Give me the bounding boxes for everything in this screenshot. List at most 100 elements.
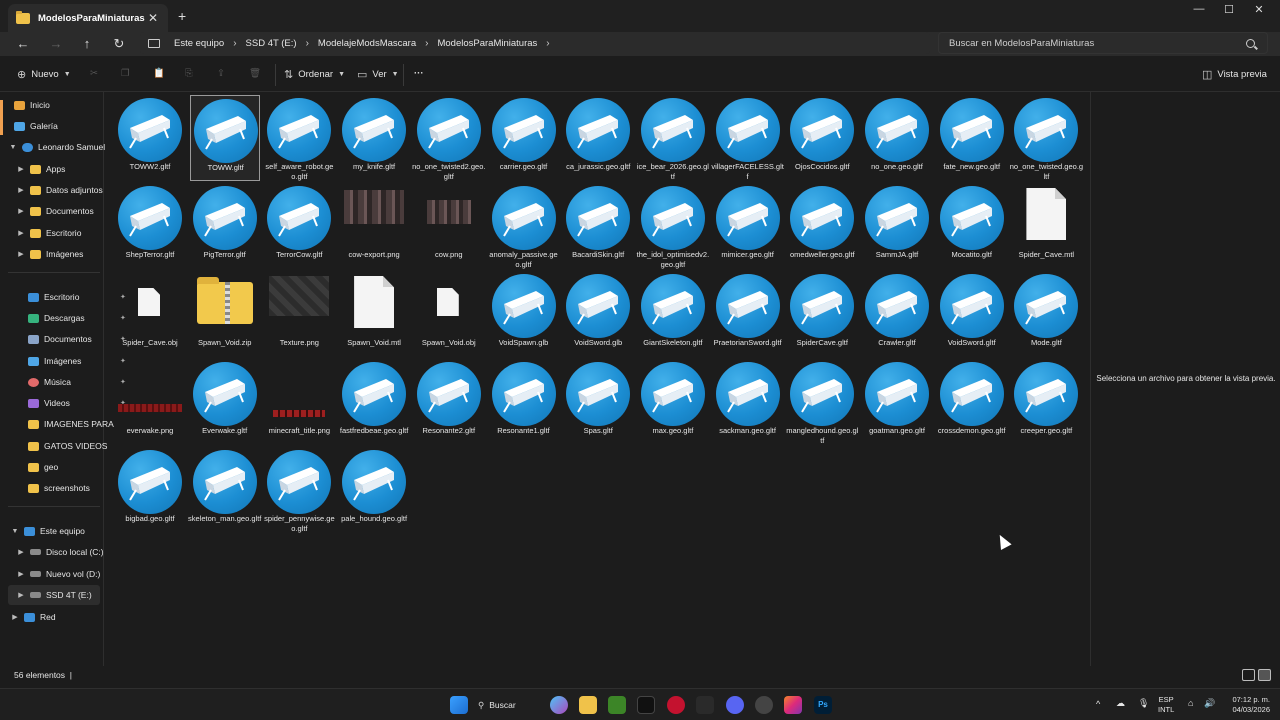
details-view-button[interactable]: [1242, 669, 1255, 681]
file-item[interactable]: spider_pennywise.geo.gltf: [264, 447, 335, 533]
file-item[interactable]: Mode.gltf: [1011, 271, 1081, 357]
cloud-icon[interactable]: ☁: [1116, 698, 1125, 708]
file-item[interactable]: bigbad.geo.gltf: [115, 447, 185, 533]
sidebar-item-gatos-videos[interactable]: GATOS VIDEOS: [28, 436, 107, 456]
photoshop-icon[interactable]: Ps: [814, 696, 832, 714]
chevron-right-icon[interactable]: ›: [233, 38, 236, 49]
chevron-right-icon[interactable]: ›: [425, 38, 428, 49]
app-icon[interactable]: [755, 696, 773, 714]
file-item[interactable]: Spider_Cave.mtl: [1011, 183, 1081, 269]
file-item[interactable]: skeleton_man.geo.gltf: [188, 447, 261, 533]
file-item[interactable]: GiantSkeleton.gltf: [638, 271, 708, 357]
breadcrumb-modelaje[interactable]: ModelajeModsMascara: [318, 38, 416, 49]
file-item[interactable]: fate_new.geo.gltf: [937, 95, 1007, 181]
chevron-down-icon[interactable]: ▼: [8, 144, 18, 151]
copy-icon[interactable]: ❐: [121, 68, 130, 79]
windows-start-icon[interactable]: [450, 696, 468, 714]
close-window-button[interactable]: ✕: [1244, 3, 1274, 19]
instagram-icon[interactable]: [784, 696, 802, 714]
file-item[interactable]: TerrorCow.gltf: [264, 183, 334, 269]
file-item[interactable]: Spider_Cave.obj: [115, 271, 185, 357]
file-item[interactable]: my_knife.gltf: [339, 95, 409, 181]
file-item[interactable]: Mocatito.gltf: [937, 183, 1007, 269]
clock[interactable]: 07:12 p. m. 04/03/2026: [1222, 695, 1270, 715]
opera-icon[interactable]: [667, 696, 685, 714]
cut-icon[interactable]: ✂: [90, 68, 98, 79]
sidebar-item-user[interactable]: ▼ Leonardo Samuel: [8, 137, 106, 157]
file-item[interactable]: ShepTerror.gltf: [115, 183, 185, 269]
file-item[interactable]: self_aware_robot.geo.gltf: [264, 95, 334, 181]
file-item[interactable]: PraetorianSword.gltf: [713, 271, 783, 357]
file-item[interactable]: Spawn_Void.obj: [414, 271, 484, 357]
chevron-down-icon[interactable]: ▼: [10, 528, 20, 535]
preview-pane-button[interactable]: ◫ Vista previa: [1202, 68, 1267, 81]
view-button[interactable]: ▭ Ver ▼: [357, 68, 399, 81]
tab-modelosparaminiaturas[interactable]: ModelosParaMiniaturas ✕: [8, 4, 168, 32]
file-item[interactable]: carrier.geo.gltf: [489, 95, 559, 181]
file-item[interactable]: SammJA.gltf: [862, 183, 932, 269]
file-item[interactable]: TOWW2.gltf: [115, 95, 185, 181]
file-item[interactable]: everwake.png: [115, 359, 185, 445]
file-item[interactable]: max.geo.gltf: [638, 359, 708, 445]
breadcrumb-ssd[interactable]: SSD 4T (E:): [246, 38, 297, 49]
sidebar-item-music[interactable]: Música ✦: [28, 372, 126, 392]
minimize-button[interactable]: —: [1184, 3, 1214, 19]
file-item[interactable]: OjosCocidos.gltf: [787, 95, 857, 181]
file-item[interactable]: VoidSword.glb: [563, 271, 633, 357]
taskbar-search[interactable]: ⚲ Buscar: [478, 693, 540, 717]
volume-icon[interactable]: 🔊: [1204, 698, 1215, 708]
file-item[interactable]: anomaly_passive.geo.gltf: [489, 183, 559, 269]
sort-button[interactable]: ⇅ Ordenar ▼: [284, 68, 345, 81]
chevron-right-icon[interactable]: ▶: [16, 207, 26, 215]
sidebar-item-gallery[interactable]: Galería: [14, 116, 58, 136]
breadcrumb-modelos[interactable]: ModelosParaMiniaturas: [437, 38, 537, 49]
file-item[interactable]: Resonante2.gltf: [414, 359, 484, 445]
chevron-right-icon[interactable]: ▶: [16, 186, 26, 194]
tiktok-icon[interactable]: [637, 696, 655, 714]
chevron-right-icon[interactable]: ›: [546, 38, 549, 49]
sidebar-item-drive-e[interactable]: ▶ SSD 4T (E:): [8, 585, 100, 605]
file-item[interactable]: VoidSword.gltf: [937, 271, 1007, 357]
file-item[interactable]: pale_hound.geo.gltf: [339, 447, 409, 533]
file-item[interactable]: omedweller.geo.gltf: [787, 183, 857, 269]
sidebar-item-quick-images[interactable]: Imágenes ✦: [28, 351, 126, 371]
file-item[interactable]: no_one_twisted2.geo.gltf: [412, 95, 486, 181]
file-item[interactable]: fastfredbeae.geo.gltf: [339, 359, 409, 445]
chevron-right-icon[interactable]: ▶: [16, 250, 26, 258]
file-item[interactable]: Resonante1.gltf: [489, 359, 559, 445]
file-item[interactable]: ca_jurassic.geo.gltf: [563, 95, 633, 181]
app-icon[interactable]: [696, 696, 714, 714]
chevron-right-icon[interactable]: ▶: [16, 165, 26, 173]
refresh-button[interactable]: ↻: [109, 34, 129, 54]
file-item[interactable]: Crawler.gltf: [862, 271, 932, 357]
tiles-view-button[interactable]: [1258, 669, 1271, 681]
network-icon[interactable]: ⌂: [1188, 698, 1193, 708]
chevron-right-icon[interactable]: ▶: [16, 591, 26, 599]
sidebar-item-downloads[interactable]: Descargas ✦: [28, 308, 126, 328]
sidebar-item-geo[interactable]: geo: [28, 457, 58, 477]
file-item[interactable]: cow-export.png: [339, 183, 409, 269]
file-item[interactable]: goatman.geo.gltf: [862, 359, 932, 445]
sidebar-item-network[interactable]: ▶ Red: [10, 607, 55, 627]
microphone-icon[interactable]: 🎙: [1138, 698, 1149, 708]
file-item[interactable]: VoidSpawn.glb: [489, 271, 559, 357]
sidebar-item-apps[interactable]: ▶ Apps: [16, 159, 65, 179]
file-item[interactable]: no_one_twisted.geo.gltf: [1010, 95, 1083, 181]
maximize-button[interactable]: ☐: [1214, 3, 1244, 19]
chevron-right-icon[interactable]: ▶: [16, 570, 26, 578]
file-item[interactable]: the_idol_optimisedv2.geo.gltf: [637, 183, 709, 269]
file-explorer-icon[interactable]: [579, 696, 597, 714]
search-input[interactable]: Buscar en ModelosParaMiniaturas: [938, 32, 1268, 54]
language-indicator[interactable]: ESP INTL: [1158, 695, 1174, 715]
close-tab-button[interactable]: ✕: [146, 11, 160, 25]
file-item[interactable]: creeper.geo.gltf: [1011, 359, 1081, 445]
new-button[interactable]: ⊕ Nuevo ▼: [17, 68, 71, 81]
chevron-right-icon[interactable]: ›: [306, 38, 309, 49]
chevron-right-icon[interactable]: ▶: [16, 548, 26, 556]
sidebar-item-screenshots[interactable]: screenshots: [28, 478, 90, 498]
file-item[interactable]: crossdemon.geo.gltf: [937, 359, 1007, 445]
file-item[interactable]: cow.png: [414, 183, 484, 269]
file-item[interactable]: SpiderCave.gltf: [787, 271, 857, 357]
sidebar-item-videos[interactable]: Videos ✦: [28, 393, 126, 413]
file-item[interactable]: villagerFACELESS.gltf: [711, 95, 784, 181]
